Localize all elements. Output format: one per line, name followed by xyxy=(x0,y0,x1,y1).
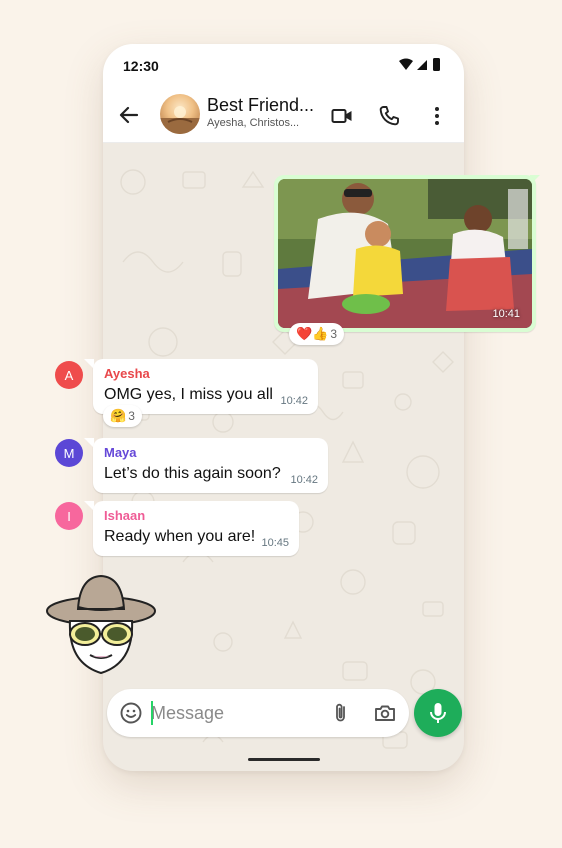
mic-icon xyxy=(430,703,446,723)
reaction-badge[interactable]: ❤️👍 3 xyxy=(289,323,345,345)
message-text: OMG yes, I miss you all xyxy=(104,386,273,403)
reaction-emojis: 🤗 xyxy=(110,408,127,424)
message-time: 10:42 xyxy=(290,474,318,486)
chat-participants: Ayesha, Christos... xyxy=(207,117,300,129)
message-time: 10:45 xyxy=(261,537,289,549)
signal-icon xyxy=(417,60,427,70)
text-cursor xyxy=(151,701,153,725)
status-icons xyxy=(399,58,440,71)
reaction-emojis: ❤️👍 xyxy=(296,326,329,342)
avatar-initial: M xyxy=(63,445,75,461)
battery-icon xyxy=(433,58,440,71)
message-text: Ready when you are! xyxy=(104,528,256,545)
wifi-icon xyxy=(399,58,413,70)
avatar[interactable]: A xyxy=(55,361,83,389)
status-bar: 12:30 xyxy=(103,44,464,88)
camera-icon[interactable] xyxy=(373,701,397,725)
mic-button[interactable] xyxy=(414,689,462,737)
avatar-initial: A xyxy=(64,367,74,383)
message-input[interactable] xyxy=(151,699,321,727)
avatar-initial: I xyxy=(67,508,71,524)
reaction-badge[interactable]: 🤗 3 xyxy=(103,405,142,427)
group-avatar[interactable] xyxy=(160,94,200,134)
avatar[interactable]: M xyxy=(55,439,83,467)
emoji-icon[interactable] xyxy=(119,701,143,725)
video-call-icon[interactable] xyxy=(330,104,354,128)
status-time: 12:30 xyxy=(123,58,159,74)
home-indicator xyxy=(248,758,320,761)
sender-name: Maya xyxy=(104,445,137,460)
message-time: 10:42 xyxy=(280,395,308,407)
photo-message[interactable]: 10:41 xyxy=(274,175,536,332)
phone-call-icon[interactable] xyxy=(377,104,401,128)
avatar[interactable]: I xyxy=(55,502,83,530)
sticker[interactable] xyxy=(44,573,158,677)
reaction-count: 3 xyxy=(330,327,338,341)
chat-header: Best Friend... Ayesha, Christos... xyxy=(103,88,464,143)
more-options-icon[interactable] xyxy=(425,104,449,128)
attach-icon[interactable] xyxy=(329,701,353,725)
message-bubble[interactable]: Ishaan Ready when you are! 10:45 xyxy=(93,501,299,556)
message-text: Let’s do this again soon? xyxy=(104,465,281,482)
chat-title[interactable]: Best Friend... xyxy=(207,95,314,116)
message-time: 10:41 xyxy=(492,308,520,320)
message-bubble[interactable]: Maya Let’s do this again soon? 10:42 xyxy=(93,438,328,493)
sender-name: Ayesha xyxy=(104,366,150,381)
family-picnic-photo xyxy=(278,179,532,328)
message-composer xyxy=(107,689,409,737)
sender-name: Ishaan xyxy=(104,508,146,523)
shared-photo[interactable]: 10:41 xyxy=(278,179,532,328)
back-arrow-icon[interactable] xyxy=(117,103,141,127)
reaction-count: 3 xyxy=(128,409,135,423)
